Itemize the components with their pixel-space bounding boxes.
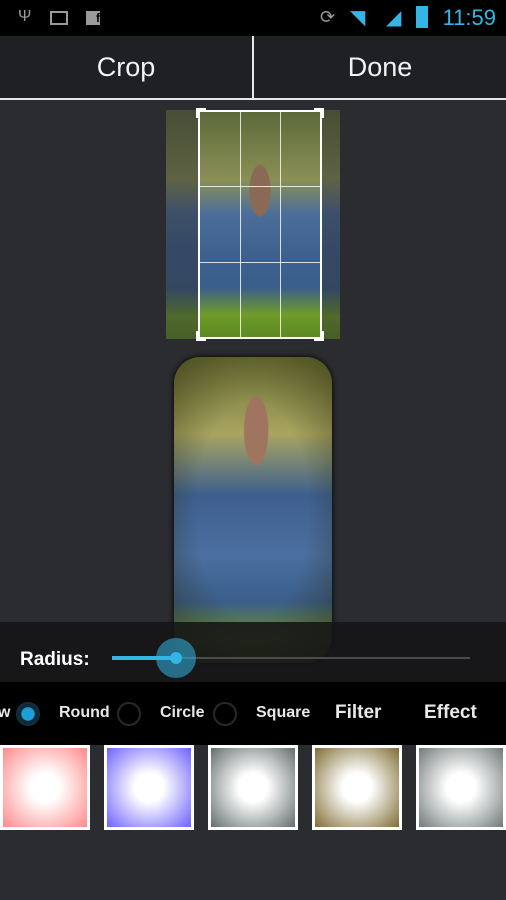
option-round-label[interactable]: Round: [59, 704, 110, 722]
radio-circle[interactable]: [117, 702, 141, 726]
swatch-gray[interactable]: [208, 745, 298, 830]
swatch-blue[interactable]: [104, 745, 194, 830]
swatch-slate[interactable]: [416, 745, 506, 830]
clock: 11:59: [442, 5, 496, 30]
usb-icon: Ψ: [18, 8, 32, 25]
rounded-preview-image: [174, 357, 332, 663]
crop-handle[interactable]: [314, 331, 324, 341]
swatch-red[interactable]: [0, 745, 90, 830]
signal-icon: ◢: [386, 7, 402, 29]
grid-line: [240, 112, 241, 337]
done-button[interactable]: Done: [254, 36, 506, 98]
radio-square[interactable]: [213, 702, 237, 726]
grid-line: [200, 186, 320, 187]
crop-selection[interactable]: [196, 108, 324, 341]
option-circle-label[interactable]: Circle: [160, 704, 204, 722]
facebook-icon: f: [86, 11, 100, 25]
status-bar: Ψ f ⟳ ◥ ◢ 11:59: [0, 0, 506, 36]
radius-label: Radius:: [20, 649, 90, 670]
crop-button[interactable]: Crop: [0, 36, 252, 98]
option-partial-label[interactable]: w: [0, 704, 10, 722]
radio-partial-selected[interactable]: [16, 702, 40, 726]
rotation-lock-icon: ⟳: [320, 7, 336, 27]
battery-icon: [416, 6, 428, 28]
image-icon: [50, 11, 68, 25]
crop-handle[interactable]: [196, 108, 206, 118]
crop-handle[interactable]: [196, 331, 206, 341]
grid-line: [280, 112, 281, 337]
wifi-icon: ◥: [350, 7, 366, 29]
filter-button[interactable]: Filter: [335, 702, 381, 724]
option-square-label[interactable]: Square: [256, 704, 310, 722]
effect-button[interactable]: Effect: [424, 702, 477, 724]
crop-handle[interactable]: [314, 108, 324, 118]
shape-options-bar: w Round Circle Square Filter Effect: [0, 682, 506, 745]
swatch-sepia[interactable]: [312, 745, 402, 830]
grid-line: [200, 262, 320, 263]
toolbar: Crop Done: [0, 36, 506, 100]
